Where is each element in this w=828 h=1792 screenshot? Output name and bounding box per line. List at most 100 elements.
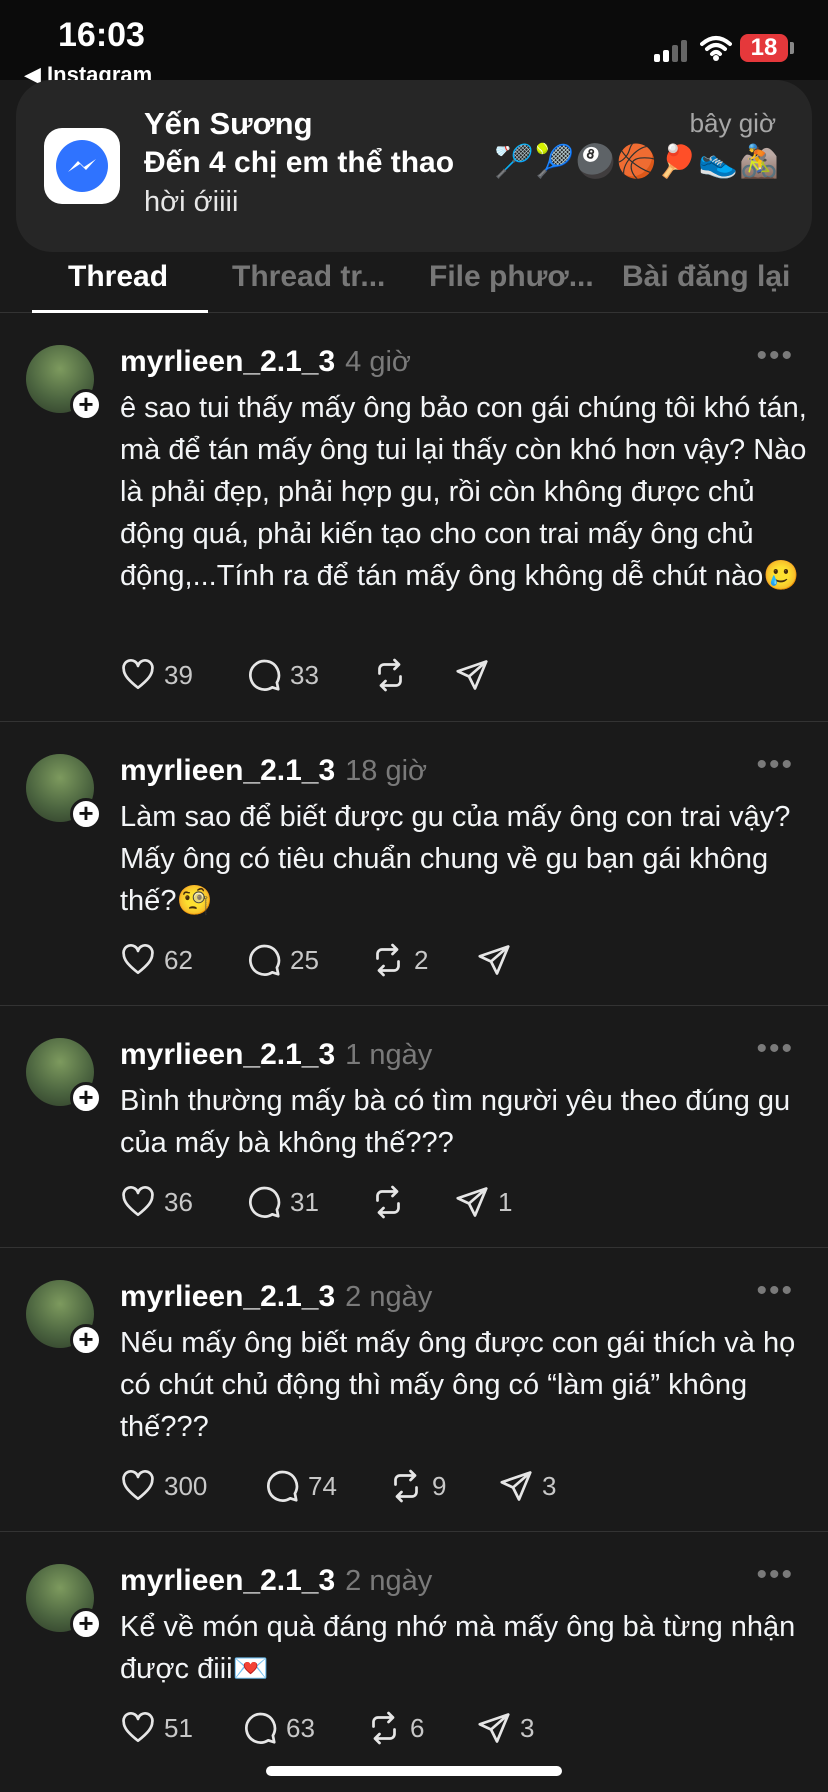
post-text: Làm sao để biết được gu của mấy ông con … xyxy=(120,801,791,917)
username[interactable]: myrlieen_2.1_3 xyxy=(120,345,335,378)
more-options-icon[interactable]: ••• xyxy=(756,339,794,373)
repost-button[interactable]: 2 xyxy=(370,940,428,980)
post-header: myrlieen_2.1_3 2 ngày xyxy=(120,1564,432,1598)
like-button[interactable]: 36 xyxy=(120,1182,193,1222)
follow-plus-icon[interactable]: + xyxy=(70,1608,102,1640)
more-options-icon[interactable]: ••• xyxy=(756,1274,794,1308)
status-time: 16:03 xyxy=(58,16,145,54)
share-button[interactable] xyxy=(476,940,520,980)
share-button[interactable]: 3 xyxy=(498,1466,556,1506)
repost-icon xyxy=(376,1185,400,1219)
battery-indicator: 18 xyxy=(740,34,788,62)
follow-plus-icon[interactable]: + xyxy=(70,1324,102,1356)
comment-icon xyxy=(249,659,281,691)
messenger-notification[interactable]: Yến Sương bây giờ Đến 4 chị em thể thao … xyxy=(16,80,812,252)
follow-plus-icon[interactable]: + xyxy=(70,1082,102,1114)
send-icon xyxy=(478,1713,510,1743)
repost-button[interactable] xyxy=(372,655,416,695)
username[interactable]: myrlieen_2.1_3 xyxy=(120,1564,335,1597)
share-button[interactable]: 3 xyxy=(476,1708,534,1748)
post-age: 4 giờ xyxy=(345,346,411,378)
post-text: Bình thường mấy bà có tìm người yêu theo… xyxy=(120,1085,791,1159)
like-button[interactable]: 62 xyxy=(120,940,193,980)
reply-button[interactable]: 33 xyxy=(246,655,319,695)
reply-count: 25 xyxy=(290,944,319,975)
thread-post[interactable]: + myrlieen_2.1_3 18 giờ ••• Làm sao để bi… xyxy=(0,722,828,1006)
share-button[interactable] xyxy=(454,655,498,695)
more-options-icon[interactable]: ••• xyxy=(756,1032,794,1066)
reply-count: 74 xyxy=(308,1470,337,1501)
send-icon xyxy=(456,1187,488,1217)
thread-post[interactable]: + myrlieen_2.1_3 2 ngày ••• Nếu mấy ông b… xyxy=(0,1248,828,1532)
tab-media[interactable]: File phươ... xyxy=(429,260,594,294)
username[interactable]: myrlieen_2.1_3 xyxy=(120,1280,335,1313)
like-count: 62 xyxy=(164,944,193,975)
notification-group-name: Đến 4 chị em thể thao xyxy=(144,146,455,179)
repost-count: 9 xyxy=(432,1470,447,1501)
post-text: ê sao tui thấy mấy ông bảo con gái chúng… xyxy=(120,392,807,592)
like-button[interactable]: 300 xyxy=(120,1466,207,1506)
heart-icon xyxy=(122,1470,154,1501)
repost-icon xyxy=(394,1469,418,1503)
messenger-app-icon xyxy=(44,128,120,204)
send-icon xyxy=(500,1471,532,1501)
notification-message: hời ớiiii xyxy=(144,186,239,218)
comment-icon xyxy=(249,944,281,976)
thread-post[interactable]: + myrlieen_2.1_3 1 ngày ••• Bình thường m… xyxy=(0,1006,828,1248)
post-header: myrlieen_2.1_3 4 giờ xyxy=(120,345,411,379)
more-options-icon[interactable]: ••• xyxy=(756,748,794,782)
notification-sender: Yến Sương xyxy=(144,106,313,141)
post-age: 1 ngày xyxy=(345,1039,433,1071)
repost-button[interactable] xyxy=(370,1182,414,1222)
tab-reposts[interactable]: Bài đăng lại xyxy=(622,260,790,294)
status-bar: 16:03 ◀ Instagram 18 xyxy=(0,0,828,87)
post-text: Kể về món quà đáng nhớ mà mấy ông bà từn… xyxy=(120,1611,796,1685)
like-button[interactable]: 39 xyxy=(120,655,193,695)
thread-post[interactable]: + myrlieen_2.1_3 4 giờ ••• ê sao tui thấy… xyxy=(0,313,828,722)
like-count: 39 xyxy=(164,659,193,690)
comment-icon xyxy=(249,1186,281,1218)
like-count: 36 xyxy=(164,1186,193,1217)
comment-icon xyxy=(245,1712,277,1744)
reply-count: 63 xyxy=(286,1712,315,1743)
like-count: 51 xyxy=(164,1712,193,1743)
username[interactable]: myrlieen_2.1_3 xyxy=(120,1038,335,1071)
like-button[interactable]: 51 xyxy=(120,1708,193,1748)
reply-button[interactable]: 25 xyxy=(246,940,319,980)
reply-button[interactable]: 31 xyxy=(246,1182,319,1222)
follow-plus-icon[interactable]: + xyxy=(70,389,102,421)
post-age: 2 ngày xyxy=(345,1281,433,1313)
tab-thread-replies[interactable]: Thread tr... xyxy=(232,260,385,294)
repost-icon xyxy=(376,943,400,977)
home-indicator[interactable] xyxy=(266,1766,562,1776)
wifi-icon xyxy=(700,36,732,61)
follow-plus-icon[interactable]: + xyxy=(70,798,102,830)
more-options-icon[interactable]: ••• xyxy=(756,1558,794,1592)
repost-button[interactable]: 6 xyxy=(366,1708,424,1748)
tab-thread[interactable]: Thread xyxy=(68,260,168,294)
send-icon xyxy=(478,945,510,975)
repost-icon xyxy=(372,1711,396,1745)
profile-tabs: Thread Thread tr... File phươ... Bài đăn… xyxy=(0,252,828,313)
like-count: 300 xyxy=(164,1470,208,1501)
notification-time: bây giờ xyxy=(689,108,776,138)
username[interactable]: myrlieen_2.1_3 xyxy=(120,754,335,787)
thread-feed: + myrlieen_2.1_3 4 giờ ••• ê sao tui thấy… xyxy=(0,313,828,1773)
send-icon xyxy=(456,660,488,690)
repost-button[interactable]: 9 xyxy=(388,1466,446,1506)
share-count: 3 xyxy=(542,1470,557,1501)
heart-icon xyxy=(122,1712,154,1743)
notification-group-emojis: 🏸🎾🎱🏀🏓👟🚵 xyxy=(494,143,780,179)
battery-tip xyxy=(790,42,794,54)
post-age: 2 ngày xyxy=(345,1565,433,1597)
reply-button[interactable]: 74 xyxy=(264,1466,337,1506)
reply-button[interactable]: 63 xyxy=(242,1708,315,1748)
share-button[interactable]: 1 xyxy=(454,1182,512,1222)
post-header: myrlieen_2.1_3 1 ngày xyxy=(120,1038,432,1072)
heart-icon xyxy=(122,1186,154,1217)
repost-count: 6 xyxy=(410,1712,425,1743)
thread-post[interactable]: + myrlieen_2.1_3 2 ngày ••• Kể về món quà… xyxy=(0,1532,828,1773)
reply-count: 33 xyxy=(290,659,319,690)
post-header: myrlieen_2.1_3 18 giờ xyxy=(120,754,427,788)
repost-count: 2 xyxy=(414,944,429,975)
